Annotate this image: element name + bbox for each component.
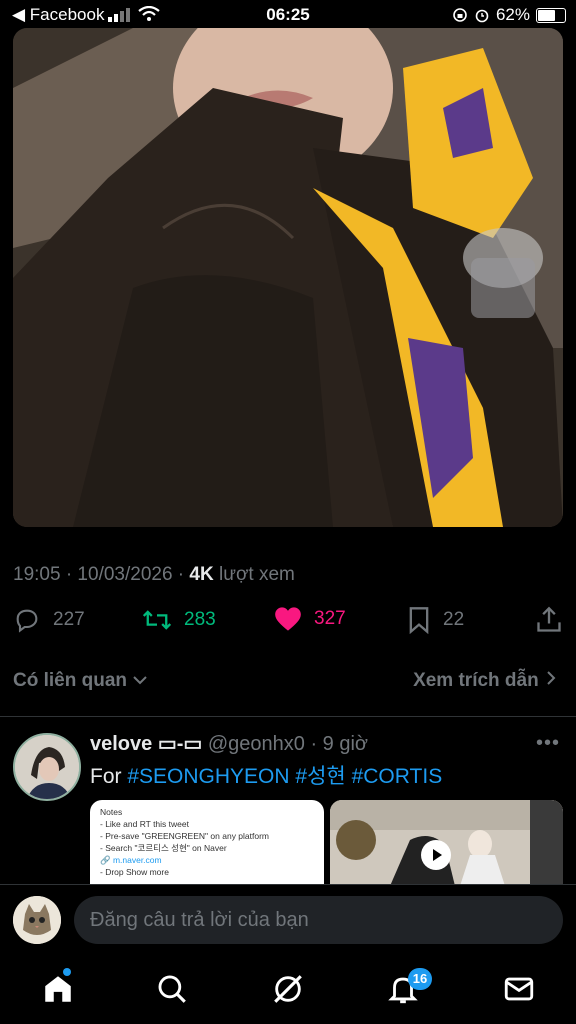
related-dropdown[interactable]: Có liên quan <box>13 670 148 692</box>
retweet-button[interactable]: 283 <box>142 606 216 634</box>
hashtag-link[interactable]: #CORTIS <box>352 765 443 788</box>
reply-button[interactable]: 227 <box>13 606 85 634</box>
tweet-photo[interactable] <box>13 28 563 527</box>
tweet-timestamp: 19:05 · 10/03/2026 · <box>13 564 190 585</box>
media-text-line: - Pre-save "GREENGREEN" on any platform <box>100 831 270 841</box>
battery-percent: 62% <box>495 5 530 24</box>
retweet-icon <box>142 610 172 630</box>
signal-icon <box>108 8 130 22</box>
messages-icon[interactable] <box>502 972 536 1006</box>
share-button[interactable] <box>536 606 562 634</box>
reply-input[interactable]: Đăng câu trả lời của bạn <box>74 896 563 944</box>
status-bar: ◀ Facebook 06:25 62% <box>0 0 576 30</box>
view-quotes-label: Xem trích dẫn <box>413 670 539 691</box>
reply-text-prefix: For <box>90 765 128 788</box>
more-options-button[interactable]: ••• <box>536 732 560 755</box>
like-count: 327 <box>314 608 346 629</box>
home-new-indicator <box>63 968 71 976</box>
search-icon[interactable] <box>155 972 189 1006</box>
views-count: 4K <box>189 564 214 585</box>
bookmark-count: 22 <box>443 609 465 630</box>
view-quotes-link[interactable]: Xem trích dẫn <box>413 670 558 692</box>
reply-author-line: velove ▭-▭ @geonhx0 · 9 giờ <box>90 731 368 756</box>
reply-author-name[interactable]: velove ▭-▭ <box>90 733 202 755</box>
status-right: 62% <box>452 5 566 25</box>
tweet-meta: 19:05 · 10/03/2026 · 4K lượt xem <box>13 564 295 586</box>
media-text-line: Notes <box>100 807 123 817</box>
heart-icon <box>275 607 301 631</box>
bookmark-button[interactable]: 22 <box>407 606 464 634</box>
media-text-line: 🔗 m.naver.com <box>100 855 162 865</box>
home-icon[interactable] <box>41 972 75 1006</box>
orientation-lock-icon <box>453 8 467 22</box>
media-text-line: - Search "코르티스 성현" on Naver <box>100 843 227 853</box>
reply-tweet-text: For #SEONGHYEON #성현 #CORTIS <box>90 760 442 790</box>
divider <box>0 716 576 717</box>
chevron-right-icon <box>547 671 556 685</box>
hashtag-link[interactable]: #성현 <box>295 765 345 788</box>
my-avatar[interactable] <box>13 896 61 944</box>
reply-author-handle[interactable]: @geonhx0 <box>202 733 305 755</box>
reply-media-image-1[interactable]: Notes - Like and RT this tweet - Pre-sav… <box>90 800 324 886</box>
media-text-line: - Like and RT this tweet <box>100 819 189 829</box>
hashtag-link[interactable]: #SEONGHYEON <box>127 765 289 788</box>
media-text-line: - Drop Show more <box>100 867 169 877</box>
bottom-nav <box>0 958 576 1024</box>
tweet-actions: 227 283 327 22 <box>0 606 576 642</box>
chevron-down-icon <box>133 676 147 685</box>
grok-icon[interactable] <box>271 972 305 1006</box>
reply-count: 227 <box>53 609 85 630</box>
like-button[interactable]: 327 <box>274 606 346 632</box>
retweet-count: 283 <box>184 609 216 630</box>
reply-icon <box>16 609 38 633</box>
notifications-badge: 16 <box>408 968 432 990</box>
wifi-icon <box>138 6 160 21</box>
alarm-icon <box>475 9 489 23</box>
battery-icon <box>536 7 566 23</box>
related-label: Có liên quan <box>13 670 127 691</box>
play-icon[interactable] <box>421 840 451 870</box>
reply-author-avatar[interactable] <box>13 733 81 801</box>
reply-media-video[interactable] <box>330 800 563 886</box>
reply-time: · 9 giờ <box>304 733 369 755</box>
bookmark-icon <box>409 607 429 634</box>
views-label: lượt xem <box>213 564 295 585</box>
share-icon <box>537 606 561 632</box>
